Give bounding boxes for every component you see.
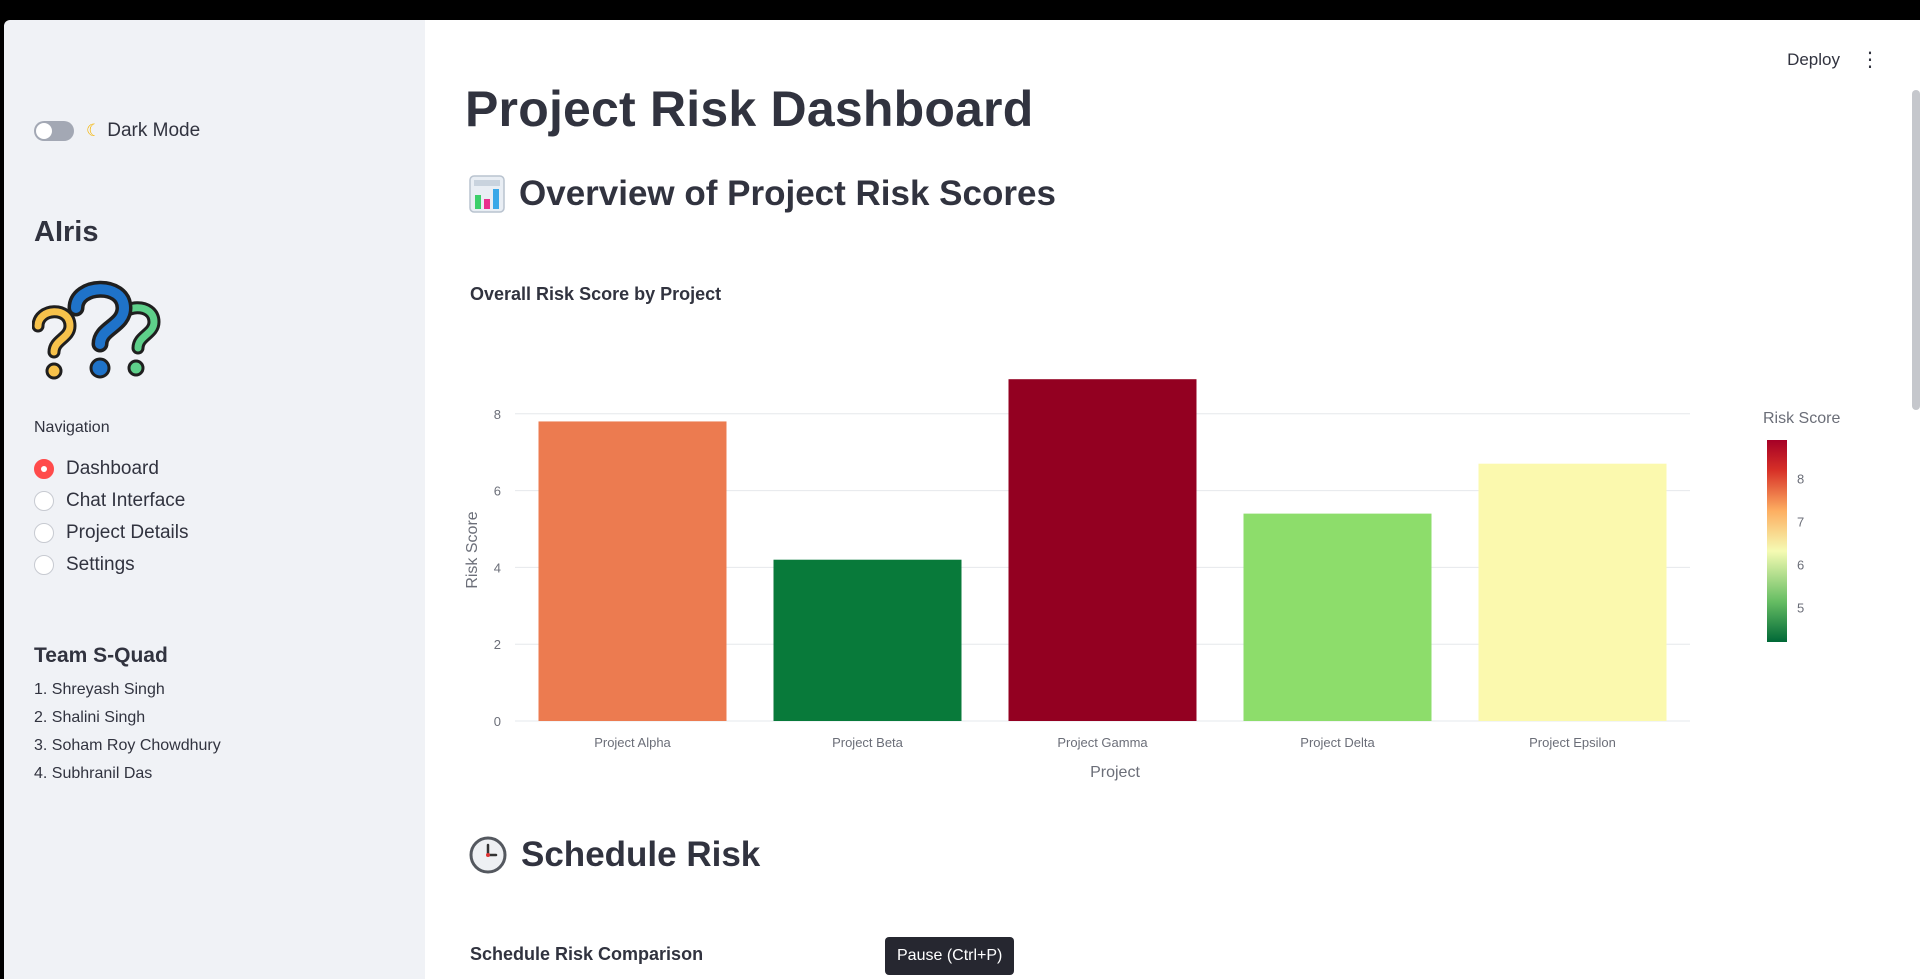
team-member: 3. Soham Roy Chowdhury [34, 737, 221, 754]
question-marks-logo-icon [32, 280, 161, 380]
radio-chat-interface[interactable] [34, 491, 54, 511]
bar-chart-icon [469, 175, 505, 213]
x-tick-label: Project Gamma [1057, 735, 1148, 750]
x-tick-label: Project Alpha [594, 735, 671, 750]
colorbar [1767, 440, 1787, 642]
radio-settings[interactable] [34, 555, 54, 575]
bar[interactable] [773, 559, 962, 721]
nav-label-chat-interface: Chat Interface [66, 490, 186, 511]
nav-label-dashboard: Dashboard [66, 458, 159, 479]
y-tick-label: 2 [494, 637, 501, 652]
section-title-overview: Overview of Project Risk Scores [519, 174, 1056, 213]
deploy-button[interactable]: Deploy [1787, 50, 1840, 70]
dark-mode-toggle[interactable] [34, 121, 74, 141]
main-content: Deploy ⋮ Project Risk Dashboard Overview… [425, 20, 1920, 979]
radio-project-details[interactable] [34, 523, 54, 543]
sidebar: ☾ Dark Mode AIris Navigation Dashboard C… [4, 20, 425, 979]
y-axis-label: Risk Score [464, 511, 481, 588]
dark-mode-label[interactable]: ☾ Dark Mode [86, 120, 200, 142]
y-tick-label: 6 [494, 484, 501, 499]
colorbar-tick-label: 8 [1797, 472, 1804, 487]
page-title: Project Risk Dashboard [465, 81, 1034, 137]
nav-item-settings[interactable]: Settings [34, 549, 189, 581]
section-heading-overview: Overview of Project Risk Scores [469, 174, 1056, 214]
colorbar-tick-label: 7 [1797, 515, 1804, 530]
navigation-title: Navigation [34, 419, 110, 436]
chart-title-risk-score: Overall Risk Score by Project [470, 284, 722, 304]
crescent-moon-icon: ☾ [86, 121, 102, 140]
nav-item-project-details[interactable]: Project Details [34, 517, 189, 549]
bar[interactable] [1243, 513, 1432, 721]
y-tick-label: 4 [494, 560, 501, 575]
section-title-schedule-risk: Schedule Risk [521, 835, 761, 874]
bar[interactable] [1008, 379, 1197, 721]
navigation-radio-group: Dashboard Chat Interface Project Details… [34, 453, 189, 581]
y-tick-label: 0 [494, 714, 501, 729]
chart-title-schedule-risk: Schedule Risk Comparison [470, 944, 704, 964]
pause-tooltip: Pause (Ctrl+P) [885, 937, 1015, 975]
team-title: Team S-Quad [34, 644, 168, 667]
risk-score-bar-chart[interactable]: 0 2 4 6 8 Project Alpha Project Beta Project G… [460, 360, 1910, 800]
window-top-bar [0, 0, 1920, 20]
nav-item-dashboard[interactable]: Dashboard [34, 453, 189, 485]
nav-label-settings: Settings [66, 554, 135, 575]
team-member: 4. Subhranil Das [34, 765, 153, 782]
bar[interactable] [1478, 463, 1667, 721]
main-scrollbar[interactable] [1912, 90, 1920, 410]
brand-title: AIris [34, 216, 99, 248]
nav-item-chat-interface[interactable]: Chat Interface [34, 485, 189, 517]
dark-mode-toggle-row[interactable]: ☾ Dark Mode [34, 120, 200, 142]
colorbar-tick-label: 6 [1797, 558, 1804, 573]
team-member: 1. Shreyash Singh [34, 681, 165, 698]
x-axis-label: Project [1090, 764, 1140, 781]
bar[interactable] [538, 421, 727, 721]
nav-label-project-details: Project Details [66, 522, 189, 543]
section-heading-schedule-risk: Schedule Risk [469, 835, 760, 875]
dark-mode-text: Dark Mode [107, 120, 201, 141]
y-tick-label: 8 [494, 407, 501, 422]
x-tick-label: Project Beta [832, 735, 904, 750]
clock-icon [469, 836, 507, 874]
x-tick-label: Project Delta [1300, 735, 1375, 750]
kebab-menu-icon[interactable]: ⋮ [1860, 50, 1880, 70]
colorbar-tick-label: 5 [1797, 601, 1804, 616]
x-tick-label: Project Epsilon [1529, 735, 1616, 750]
team-member: 2. Shalini Singh [34, 709, 146, 726]
colorbar-title: Risk Score [1763, 410, 1840, 427]
radio-dashboard[interactable] [34, 459, 54, 479]
team-member-list: 1. Shreyash Singh 2. Shalini Singh 3. So… [34, 676, 221, 788]
